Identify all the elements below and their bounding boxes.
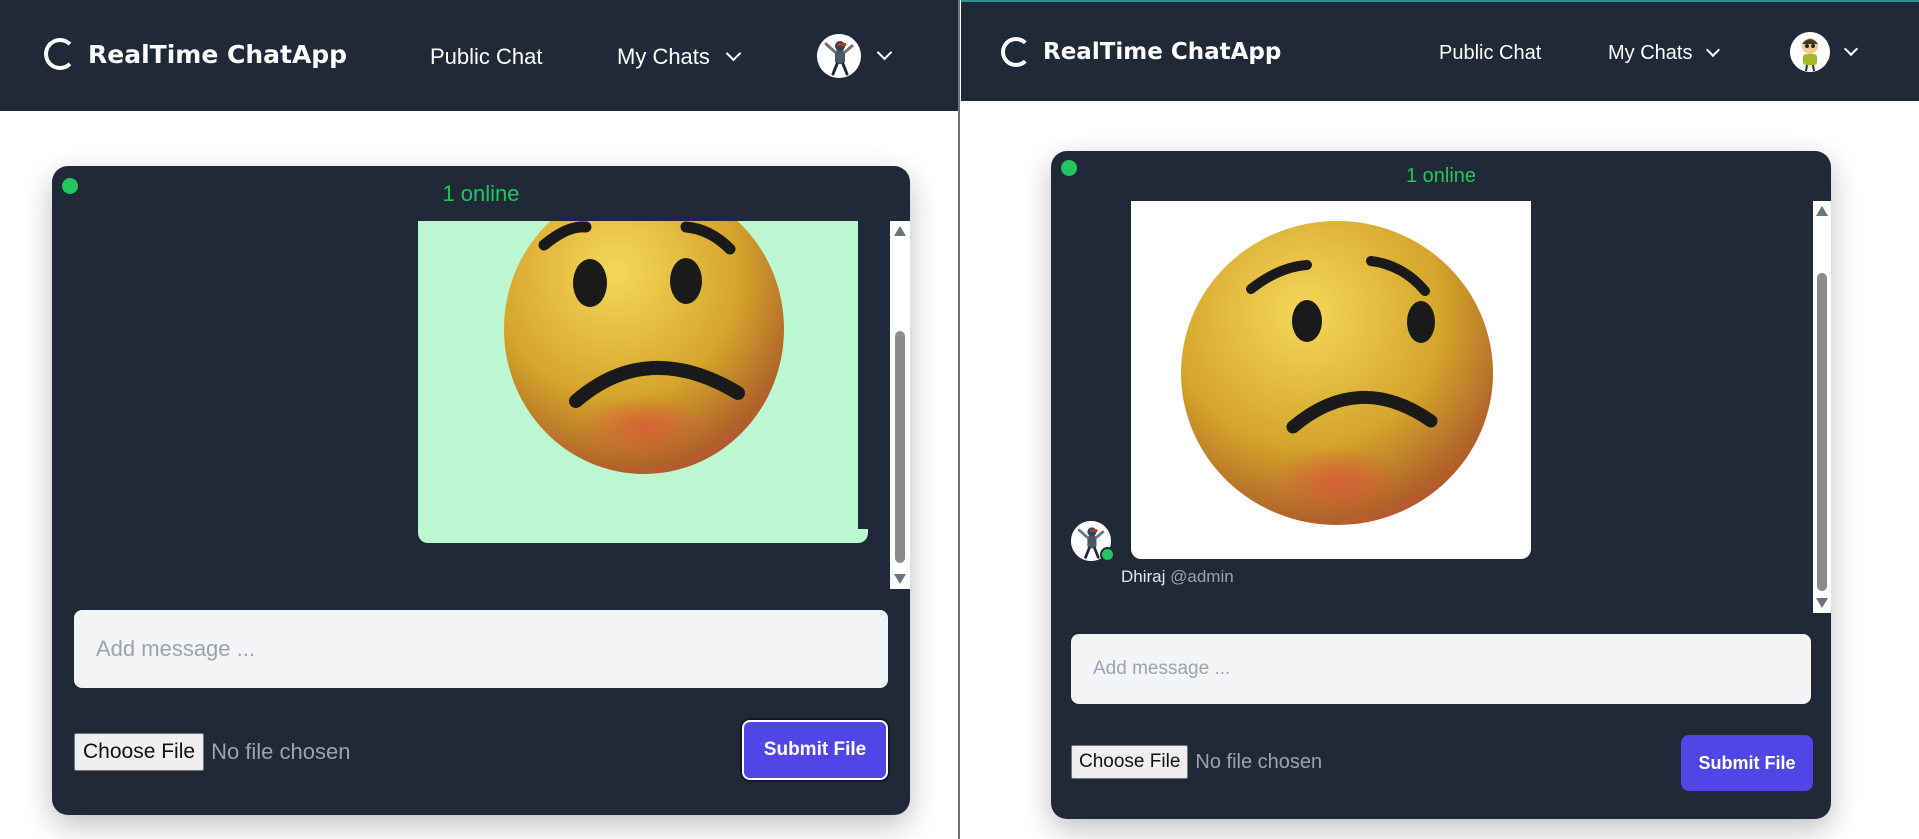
ring-logo-icon xyxy=(1001,37,1031,67)
message-list[interactable]: Dhiraj @admin xyxy=(1051,201,1831,613)
user-avatar xyxy=(1790,32,1830,72)
message-scrollbar[interactable] xyxy=(890,221,910,589)
dabbing-user-avatar-icon xyxy=(817,34,861,78)
scroll-up-icon[interactable] xyxy=(894,226,906,236)
received-message-bubble xyxy=(1131,201,1531,559)
right-browser-window: RealTime ChatApp Public Chat My Chats 1 … xyxy=(961,0,1919,839)
message-scrollbar[interactable] xyxy=(1813,201,1831,613)
submit-file-button[interactable]: Submit File xyxy=(1681,735,1813,791)
chevron-down-icon xyxy=(725,45,742,61)
nav-my-chats[interactable]: My Chats xyxy=(1608,42,1721,65)
message-sender: Dhiraj @admin xyxy=(1121,567,1234,587)
bubble-tail xyxy=(854,529,868,543)
online-count: 1 online xyxy=(442,181,520,206)
navbar: RealTime ChatApp Public Chat My Chats xyxy=(961,0,1919,101)
nav-my-chats-label: My Chats xyxy=(1608,42,1693,64)
user-avatar xyxy=(817,34,861,78)
chat-card: 1 online Choos xyxy=(52,166,910,815)
chevron-down-icon xyxy=(1843,41,1859,56)
cartoon-user-avatar-icon xyxy=(1790,32,1830,72)
user-menu[interactable] xyxy=(817,34,893,78)
choose-file-button[interactable]: Choose File xyxy=(1071,745,1189,779)
scroll-down-icon[interactable] xyxy=(1816,598,1828,608)
message-input[interactable] xyxy=(74,610,888,688)
scroll-thumb[interactable] xyxy=(895,331,905,563)
file-picker: Choose File No file chosen xyxy=(1071,745,1322,779)
message-list[interactable] xyxy=(52,221,910,589)
brand-name: RealTime ChatApp xyxy=(88,39,348,69)
ring-logo-icon xyxy=(44,38,76,70)
left-browser-window: RealTime ChatApp Public Chat My Chats 1 … xyxy=(0,0,960,839)
sender-name: Dhiraj xyxy=(1121,567,1166,586)
scroll-thumb[interactable] xyxy=(1817,273,1827,591)
chevron-down-icon xyxy=(1706,42,1721,58)
sender-online-dot xyxy=(1100,547,1115,562)
message-input[interactable] xyxy=(1071,634,1811,704)
sender-handle: @admin xyxy=(1170,567,1234,586)
online-count: 1 online xyxy=(1405,165,1477,187)
scroll-down-icon[interactable] xyxy=(894,574,906,584)
choose-file-button[interactable]: Choose File xyxy=(74,733,205,771)
sent-message-bubble xyxy=(418,221,858,543)
brand[interactable]: RealTime ChatApp xyxy=(44,38,347,70)
file-status: No file chosen xyxy=(211,739,351,764)
nav-public-chat[interactable]: Public Chat xyxy=(1439,42,1541,65)
brand-name: RealTime ChatApp xyxy=(1043,39,1282,65)
worried-face-emoji-image xyxy=(1181,221,1493,525)
navbar: RealTime ChatApp Public Chat My Chats xyxy=(0,0,958,111)
user-menu[interactable] xyxy=(1790,32,1859,72)
brand[interactable]: RealTime ChatApp xyxy=(1001,37,1281,67)
scroll-up-icon[interactable] xyxy=(1816,206,1828,216)
nav-my-chats-label: My Chats xyxy=(617,44,710,69)
chat-card: 1 online Dhiraj @admin Add message ... C… xyxy=(1051,151,1831,819)
file-status: No file chosen xyxy=(1195,750,1323,773)
nav-public-chat[interactable]: Public Chat xyxy=(430,44,543,70)
chevron-down-icon xyxy=(876,44,893,60)
worried-face-emoji-image xyxy=(504,221,784,474)
nav-my-chats[interactable]: My Chats xyxy=(617,44,742,70)
file-picker: Choose File No file chosen xyxy=(74,733,350,771)
submit-file-button[interactable]: Submit File xyxy=(742,720,888,780)
